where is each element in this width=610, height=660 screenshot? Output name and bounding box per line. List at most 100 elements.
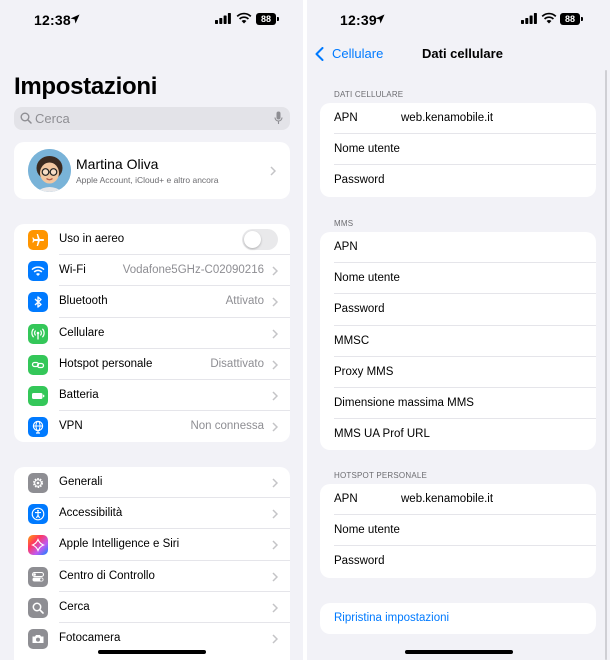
section-header-mms: MMS <box>334 219 354 228</box>
battery-icon <box>28 385 48 406</box>
scrollbar[interactable] <box>605 70 607 660</box>
hotspot-apn-input[interactable]: web.kenamobile.it <box>401 493 493 505</box>
chevron-right-icon <box>272 540 278 550</box>
cellular-data-screen: 12:39 88 Cellulare Dati cellulare DATI C… <box>307 0 610 660</box>
field-label: APN <box>334 241 358 253</box>
search-bar[interactable]: Cerca <box>14 107 290 130</box>
wifi-status-icon <box>236 12 252 24</box>
field-hotspot-apn[interactable]: APN web.kenamobile.it <box>320 484 596 516</box>
row-label: Centro di Controllo <box>59 569 155 582</box>
field-password[interactable]: Password <box>320 165 596 196</box>
home-indicator[interactable] <box>404 650 513 654</box>
field-hotspot-username[interactable]: Nome utente <box>320 515 596 547</box>
profile-name: Martina Oliva <box>76 156 159 172</box>
chevron-right-icon <box>272 297 278 307</box>
bluetooth-icon <box>28 292 48 313</box>
profile-subtitle: Apple Account, iCloud+ e altro ancora <box>76 175 219 185</box>
settings-row-accessibility[interactable]: Accessibilità <box>14 498 290 530</box>
section-header-hotspot: HOTSPOT PERSONALE <box>334 471 428 480</box>
memoji-avatar-icon <box>28 149 71 192</box>
settings-row-airplane[interactable]: Uso in aereo <box>14 224 290 256</box>
reset-settings-label: Ripristina impostazioni <box>334 612 450 624</box>
field-mms-proxy[interactable]: Proxy MMS <box>320 357 596 388</box>
mms-group: APN Nome utente Password MMSC Proxy MMS … <box>320 232 596 451</box>
wifi-status-icon <box>541 12 557 24</box>
chevron-right-icon <box>270 166 276 176</box>
row-label: Fotocamera <box>59 631 121 644</box>
chevron-right-icon <box>272 422 278 432</box>
search-icon <box>20 112 32 124</box>
airplane-mode-toggle[interactable] <box>242 229 278 250</box>
field-label: MMS UA Prof URL <box>334 428 430 441</box>
field-label: Password <box>334 555 385 568</box>
field-apn[interactable]: APN web.kenamobile.it <box>320 103 596 135</box>
chevron-right-icon <box>272 391 278 401</box>
settings-row-bluetooth[interactable]: Bluetooth Attivato <box>14 286 290 318</box>
general-group: Generali Accessibilità Apple Intelligenc… <box>14 467 290 660</box>
battery-status: 88 <box>256 13 279 25</box>
search-placeholder: Cerca <box>35 111 70 126</box>
field-mmsc[interactable]: MMSC <box>320 326 596 357</box>
profile-card[interactable]: Martina Oliva Apple Account, iCloud+ e a… <box>14 142 290 199</box>
row-label: Cellulare <box>59 326 105 339</box>
field-hotspot-password[interactable]: Password <box>320 546 596 577</box>
settings-row-search[interactable]: Cerca <box>14 592 290 623</box>
page-title: Impostazioni <box>14 73 158 100</box>
field-mms-username[interactable]: Nome utente <box>320 263 596 295</box>
chevron-right-icon <box>272 329 278 339</box>
chevron-right-icon <box>272 509 278 519</box>
hotspot-group: APN web.kenamobile.it Nome utente Passwo… <box>320 484 596 578</box>
field-label: Dimensione massima MMS <box>334 396 474 409</box>
chevron-right-icon <box>272 266 278 276</box>
row-label: Batteria <box>59 388 99 401</box>
settings-row-vpn[interactable]: VPN Non connessa <box>14 411 290 442</box>
row-label: Hotspot personale <box>59 357 153 370</box>
settings-row-battery[interactable]: Batteria <box>14 380 290 412</box>
avatar <box>28 149 71 192</box>
nav-title: Dati cellulare <box>422 46 503 61</box>
connectivity-group: Uso in aereo Wi-Fi Vodafone5GHz-C0209021… <box>14 224 290 442</box>
wifi-network-value: Vodafone5GHz-C02090216 <box>122 264 264 277</box>
row-label: Accessibilità <box>59 507 123 520</box>
field-label: Password <box>334 303 385 316</box>
chevron-right-icon <box>272 634 278 644</box>
settings-row-hotspot[interactable]: Hotspot personale Disattivato <box>14 349 290 380</box>
row-label: Generali <box>59 476 103 488</box>
settings-row-wifi[interactable]: Wi-Fi Vodafone5GHz-C02090216 <box>14 255 290 287</box>
home-indicator[interactable] <box>97 650 206 654</box>
settings-row-cellular[interactable]: Cellulare <box>14 318 290 349</box>
camera-icon <box>28 628 48 649</box>
field-label: Password <box>334 174 385 187</box>
row-label: VPN <box>59 420 83 433</box>
apn-input[interactable]: web.kenamobile.it <box>401 112 493 124</box>
siri-icon <box>28 535 48 556</box>
settings-row-general[interactable]: Generali <box>14 467 290 499</box>
field-mms-password[interactable]: Password <box>320 294 596 326</box>
field-mms-ua-prof-url[interactable]: MMS UA Prof URL <box>320 419 596 450</box>
airplane-icon <box>28 230 48 250</box>
row-label: Wi-Fi <box>59 264 86 277</box>
status-bar: 12:38 88 <box>0 0 303 40</box>
row-label: Cerca <box>59 600 90 613</box>
reset-settings-button[interactable]: Ripristina impostazioni <box>320 603 596 634</box>
location-arrow-icon <box>70 14 80 24</box>
cellular-data-group: APN web.kenamobile.it Nome utente Passwo… <box>320 103 596 197</box>
globe-icon <box>28 417 48 438</box>
settings-row-control-center[interactable]: Centro di Controllo <box>14 561 290 592</box>
battery-status: 88 <box>560 13 583 25</box>
microphone-icon[interactable] <box>274 111 283 125</box>
section-header-cellular-data: DATI CELLULARE <box>334 90 404 99</box>
cellular-signal-icon <box>215 13 231 24</box>
field-label: APN <box>334 493 358 505</box>
field-label: MMSC <box>334 334 370 347</box>
chevron-right-icon <box>272 603 278 613</box>
back-label: Cellulare <box>332 46 384 61</box>
field-username[interactable]: Nome utente <box>320 134 596 166</box>
chevron-right-icon <box>272 572 278 582</box>
field-mms-apn[interactable]: APN <box>320 232 596 264</box>
status-time: 12:39 <box>340 12 377 28</box>
settings-row-siri[interactable]: Apple Intelligence e Siri <box>14 529 290 561</box>
wifi-icon <box>28 261 48 282</box>
field-mms-max-size[interactable]: Dimensione massima MMS <box>320 388 596 420</box>
bluetooth-value: Attivato <box>225 295 264 308</box>
